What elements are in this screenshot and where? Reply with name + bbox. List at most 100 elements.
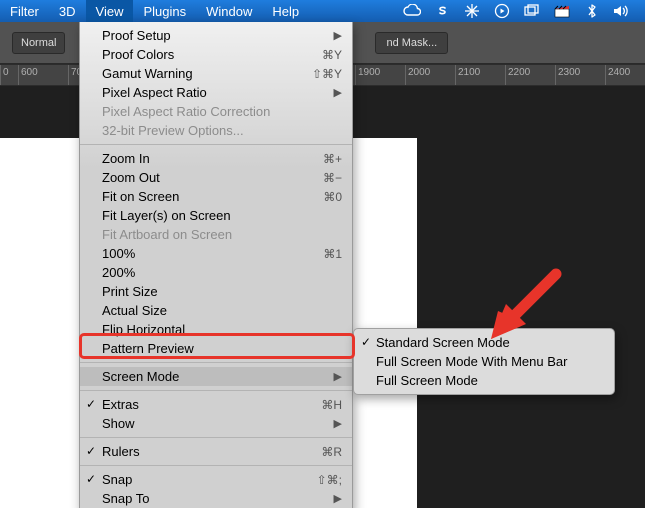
menu-item-fit-artboard-on-screen: Fit Artboard on Screen <box>80 225 352 244</box>
snowflake-icon[interactable] <box>463 2 481 20</box>
menu-item-flip-horizontal[interactable]: Flip Horizontal <box>80 320 352 339</box>
menu-separator <box>80 465 352 466</box>
menu-shortcut: ⌘− <box>323 171 342 185</box>
menu-item-label: Actual Size <box>102 303 167 318</box>
check-icon: ✓ <box>86 472 96 486</box>
submenu-item-standard-screen-mode[interactable]: ✓ Standard Screen Mode <box>354 333 614 352</box>
menu-window[interactable]: Window <box>196 0 262 22</box>
menu-3d[interactable]: 3D <box>49 0 86 22</box>
menu-item-label: Zoom Out <box>102 170 160 185</box>
menu-shortcut: ⌘Y <box>322 48 342 62</box>
menu-item-label: Pixel Aspect Ratio Correction <box>102 104 270 119</box>
select-and-mask-button[interactable]: nd Mask... <box>375 32 448 54</box>
menu-item-label: Zoom In <box>102 151 150 166</box>
menu-item-pattern-preview[interactable]: Pattern Preview <box>80 339 352 358</box>
menu-shortcut: ⌘1 <box>323 247 342 261</box>
menu-plugins[interactable]: Plugins <box>133 0 196 22</box>
menu-help[interactable]: Help <box>262 0 309 22</box>
bluetooth-icon[interactable] <box>583 2 601 20</box>
menu-item-proof-setup[interactable]: Proof Setup▶ <box>80 26 352 45</box>
menu-item-snap-to[interactable]: Snap To ▶ <box>80 489 352 508</box>
menubar: Filter 3D View Plugins Window Help <box>0 0 645 22</box>
menu-item-label: 100% <box>102 246 135 261</box>
windows-icon[interactable] <box>523 2 541 20</box>
ruler-tick: 600 <box>18 65 68 85</box>
menu-item-label: Gamut Warning <box>102 66 193 81</box>
submenu-arrow-icon: ▶ <box>334 370 342 383</box>
menu-item-print-size[interactable]: Print Size <box>80 282 352 301</box>
menu-item-fit-layer-s-on-screen[interactable]: Fit Layer(s) on Screen <box>80 206 352 225</box>
menu-item-rulers[interactable]: ✓ Rulers ⌘R <box>80 442 352 461</box>
menu-item-label: Pattern Preview <box>102 341 194 356</box>
menu-item-gamut-warning[interactable]: Gamut Warning ⇧⌘Y <box>80 64 352 83</box>
s-logo-icon[interactable] <box>433 2 451 20</box>
menu-item-zoom-in[interactable]: Zoom In ⌘+ <box>80 149 352 168</box>
menu-separator <box>80 390 352 391</box>
menu-item-label: Fit Layer(s) on Screen <box>102 208 231 223</box>
menu-separator <box>80 362 352 363</box>
menu-item-200[interactable]: 200% <box>80 263 352 282</box>
ruler-tick: 2400 <box>605 65 645 85</box>
menu-item-screen-mode[interactable]: Screen Mode ▶ <box>80 367 352 386</box>
submenu-arrow-icon: ▶ <box>334 86 342 99</box>
menu-shortcut: ⌘+ <box>323 152 342 166</box>
screen-mode-submenu: ✓ Standard Screen Mode Full Screen Mode Wi… <box>353 328 615 395</box>
menu-separator <box>80 437 352 438</box>
ruler-tick: 1900 <box>355 65 405 85</box>
menu-shortcut: ⇧⌘Y <box>312 67 342 81</box>
menu-item-zoom-out[interactable]: Zoom Out ⌘− <box>80 168 352 187</box>
menu-item-label: Extras <box>102 397 139 412</box>
clapper-icon[interactable] <box>553 2 571 20</box>
menu-item-label: Pixel Aspect Ratio <box>102 85 207 100</box>
check-icon: ✓ <box>361 335 371 349</box>
submenu-item-full-screen-mode-with-menu-bar[interactable]: Full Screen Mode With Menu Bar <box>354 352 614 371</box>
submenu-item-label: Full Screen Mode <box>376 373 478 388</box>
menu-item-label: Fit Artboard on Screen <box>102 227 232 242</box>
menu-filter[interactable]: Filter <box>0 0 49 22</box>
menubar-right <box>403 0 645 22</box>
menu-item-100[interactable]: 100% ⌘1 <box>80 244 352 263</box>
submenu-item-full-screen-mode[interactable]: Full Screen Mode <box>354 371 614 390</box>
submenu-arrow-icon: ▶ <box>334 417 342 430</box>
menu-item-fit-on-screen[interactable]: Fit on Screen⌘0 <box>80 187 352 206</box>
volume-icon[interactable] <box>613 2 631 20</box>
cloud-icon[interactable] <box>403 2 421 20</box>
menu-item-label: Flip Horizontal <box>102 322 185 337</box>
menu-item-32-bit-preview-options: 32-bit Preview Options... <box>80 121 352 140</box>
menu-shortcut: ⌘H <box>321 398 342 412</box>
view-menu-dropdown: Proof Setup▶ Proof Colors ⌘Y Gamut Warning ⇧… <box>79 22 353 508</box>
menu-item-label: Show <box>102 416 135 431</box>
menu-item-label: Screen Mode <box>102 369 179 384</box>
menu-shortcut: ⇧⌘; <box>317 473 342 487</box>
submenu-item-label: Standard Screen Mode <box>376 335 510 350</box>
menu-view[interactable]: View <box>86 0 134 22</box>
menu-item-actual-size[interactable]: Actual Size <box>80 301 352 320</box>
ruler-tick: 2300 <box>555 65 605 85</box>
ruler-tick: 2200 <box>505 65 555 85</box>
menu-item-label: 32-bit Preview Options... <box>102 123 244 138</box>
menu-item-label: Fit on Screen <box>102 189 179 204</box>
menu-item-label: 200% <box>102 265 135 280</box>
menu-item-label: Proof Colors <box>102 47 174 62</box>
menu-item-pixel-aspect-ratio-correction: Pixel Aspect Ratio Correction <box>80 102 352 121</box>
blend-mode-value: Normal <box>21 37 56 49</box>
menu-item-snap[interactable]: ✓ Snap ⇧⌘; <box>80 470 352 489</box>
menu-item-label: Snap To <box>102 491 149 506</box>
menu-separator <box>80 144 352 145</box>
menu-item-label: Rulers <box>102 444 140 459</box>
menubar-left: Filter 3D View Plugins Window Help <box>0 0 309 22</box>
check-icon: ✓ <box>86 397 96 411</box>
submenu-arrow-icon: ▶ <box>334 492 342 505</box>
menu-item-pixel-aspect-ratio[interactable]: Pixel Aspect Ratio ▶ <box>80 83 352 102</box>
menu-shortcut: ⌘R <box>321 445 342 459</box>
play-circle-icon[interactable] <box>493 2 511 20</box>
check-icon: ✓ <box>86 444 96 458</box>
submenu-item-label: Full Screen Mode With Menu Bar <box>376 354 567 369</box>
ruler-tick: 0 <box>0 65 18 85</box>
menu-item-extras[interactable]: ✓ Extras ⌘H <box>80 395 352 414</box>
menu-item-proof-colors[interactable]: Proof Colors ⌘Y <box>80 45 352 64</box>
menu-item-show[interactable]: Show ▶ <box>80 414 352 433</box>
blend-mode-select[interactable]: Normal <box>12 32 65 54</box>
menu-item-label: Snap <box>102 472 132 487</box>
ruler-tick: 2100 <box>455 65 505 85</box>
